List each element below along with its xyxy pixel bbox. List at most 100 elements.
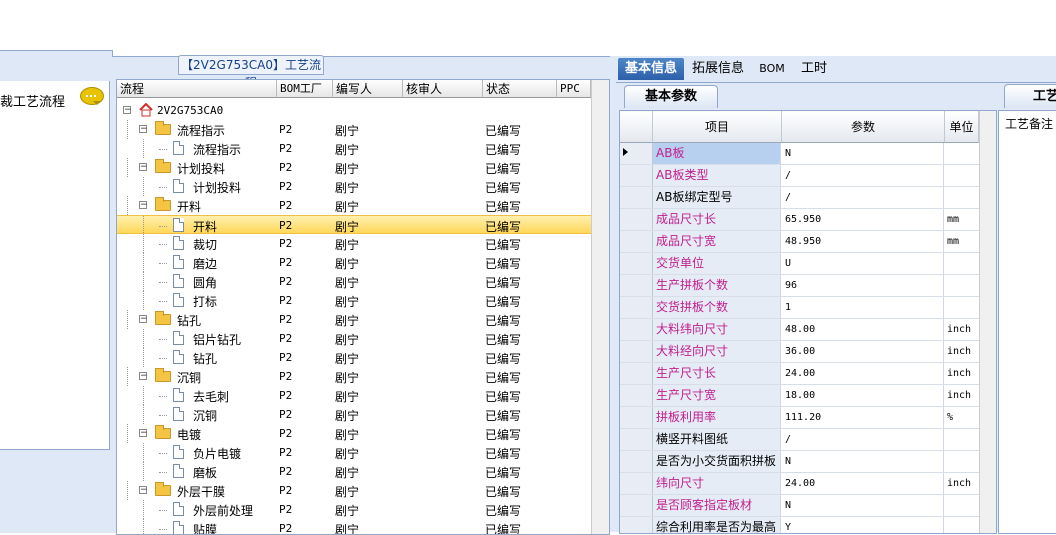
row-selector[interactable]: [620, 429, 653, 450]
tree-col-header[interactable]: 编写人: [333, 80, 403, 98]
param-value[interactable]: N: [782, 143, 944, 164]
tree-step-row[interactable]: 外层前处理 P2 剧宁 已编写: [117, 500, 591, 519]
tree-col-header[interactable]: 核审人: [403, 80, 483, 98]
param-value[interactable]: N: [782, 451, 944, 472]
param-value[interactable]: 48.00: [782, 319, 944, 340]
collapse-icon[interactable]: −: [139, 486, 148, 495]
tree-folder-row[interactable]: − 沉铜 P2 剧宁 已编写: [117, 367, 591, 386]
tree-step-row[interactable]: 磨边 P2 剧宁 已编写: [117, 253, 591, 272]
row-selector[interactable]: [620, 209, 653, 230]
row-selector[interactable]: [620, 495, 653, 516]
tree-step-row[interactable]: 沉铜 P2 剧宁 已编写: [117, 405, 591, 424]
row-selector[interactable]: [620, 297, 653, 318]
param-row[interactable]: 交货拼板个数 1: [620, 297, 996, 319]
tree-step-row[interactable]: 打标 P2 剧宁 已编写: [117, 291, 591, 310]
tree-step-row[interactable]: 贴膜 P2 剧宁 已编写: [117, 519, 591, 534]
tree-step-row[interactable]: 磨板 P2 剧宁 已编写: [117, 462, 591, 481]
param-value[interactable]: U: [782, 253, 944, 274]
param-row[interactable]: 交货单位 U: [620, 253, 996, 275]
param-value[interactable]: 18.00: [782, 385, 944, 406]
tree-col-header[interactable]: 流程: [117, 80, 277, 98]
row-selector[interactable]: [620, 473, 653, 494]
row-selector[interactable]: [620, 253, 653, 274]
tab-basic-info[interactable]: 基本信息: [618, 58, 684, 80]
tab-craft[interactable]: 工艺: [1004, 84, 1056, 108]
collapse-icon[interactable]: −: [139, 315, 148, 324]
collapse-icon[interactable]: −: [123, 106, 132, 115]
left-item-craft-flow[interactable]: 裁工艺流程: [0, 87, 108, 110]
tree-col-header[interactable]: 状态: [483, 80, 557, 98]
param-row[interactable]: 拼板利用率 111.20%: [620, 407, 996, 429]
tree-folder-row[interactable]: − 钻孔 P2 剧宁 已编写: [117, 310, 591, 329]
param-row[interactable]: 横竖开料图纸 /: [620, 429, 996, 451]
param-row[interactable]: 成品尺寸长 65.950 mm: [620, 209, 996, 231]
col-header-unit[interactable]: 单位: [945, 111, 979, 143]
param-value[interactable]: 111.20: [782, 407, 944, 428]
param-value[interactable]: /: [782, 165, 944, 186]
param-row[interactable]: AB板 N: [620, 143, 996, 165]
row-selector[interactable]: [620, 341, 653, 362]
tree-folder-row[interactable]: − 外层干膜 P2 剧宁 已编写: [117, 481, 591, 500]
tree-step-row[interactable]: 负片电镀 P2 剧宁 已编写: [117, 443, 591, 462]
collapse-icon[interactable]: −: [139, 429, 148, 438]
param-value[interactable]: 96: [782, 275, 944, 296]
row-selector[interactable]: [620, 187, 653, 208]
param-value[interactable]: /: [782, 429, 944, 450]
param-row[interactable]: AB板类型 /: [620, 165, 996, 187]
tree-step-row[interactable]: 钻孔 P2 剧宁 已编写: [117, 348, 591, 367]
row-selector[interactable]: [620, 319, 653, 340]
param-value[interactable]: 1: [782, 297, 944, 318]
param-value[interactable]: 48.950: [782, 231, 944, 252]
row-selector[interactable]: [620, 275, 653, 296]
param-value[interactable]: 65.950: [782, 209, 944, 230]
param-row[interactable]: 生产尺寸长 24.00 inch: [620, 363, 996, 385]
tree-folder-row[interactable]: − 计划投料 P2 剧宁 已编写: [117, 158, 591, 177]
param-row[interactable]: 生产尺寸宽 18.00 inch: [620, 385, 996, 407]
tree-step-row[interactable]: 圆角 P2 剧宁 已编写: [117, 272, 591, 291]
collapse-icon[interactable]: −: [139, 372, 148, 381]
tree-step-row[interactable]: 去毛刺 P2 剧宁 已编写: [117, 386, 591, 405]
params-scrollbar[interactable]: [979, 111, 996, 533]
tree-step-row[interactable]: 铝片钻孔 P2 剧宁 已编写: [117, 329, 591, 348]
param-row[interactable]: 生产拼板个数 96: [620, 275, 996, 297]
tree-step-row[interactable]: 流程指示 P2 剧宁 已编写: [117, 139, 591, 158]
row-selector[interactable]: [620, 165, 653, 186]
row-selector[interactable]: [620, 363, 653, 384]
row-selector[interactable]: [620, 451, 653, 472]
param-value[interactable]: Y: [782, 517, 944, 533]
param-row[interactable]: 综合利用率是否为最高 Y: [620, 517, 996, 533]
tree-folder-row[interactable]: − 电镀 P2 剧宁 已编写: [117, 424, 591, 443]
param-row[interactable]: 是否为小交货面积拼板 N: [620, 451, 996, 473]
row-selector[interactable]: [620, 231, 653, 252]
row-selector[interactable]: [620, 385, 653, 406]
tree-root-row[interactable]: − 2V2G753CA0: [117, 101, 591, 120]
param-value[interactable]: 36.00: [782, 341, 944, 362]
param-row[interactable]: 大料纬向尺寸 48.00 inch: [620, 319, 996, 341]
tab-bom[interactable]: BOM: [754, 58, 790, 80]
tree-folder-row[interactable]: − 流程指示 P2 剧宁 已编写: [117, 120, 591, 139]
row-selector[interactable]: [620, 143, 653, 164]
param-value[interactable]: /: [782, 187, 944, 208]
tree-folder-row[interactable]: − 开料 P2 剧宁 已编写: [117, 196, 591, 215]
param-row[interactable]: 纬向尺寸 24.00 inch: [620, 473, 996, 495]
tab-extended-info[interactable]: 拓展信息: [686, 58, 750, 80]
collapse-icon[interactable]: −: [139, 163, 148, 172]
param-row[interactable]: 大料经向尺寸 36.00 inch: [620, 341, 996, 363]
param-row[interactable]: 是否顾客指定板材 N: [620, 495, 996, 517]
row-selector[interactable]: [620, 517, 653, 533]
collapse-icon[interactable]: −: [139, 201, 148, 210]
tree-scrollbar[interactable]: [591, 80, 609, 534]
param-value[interactable]: N: [782, 495, 944, 516]
tab-man-hours[interactable]: 工时: [796, 58, 832, 80]
param-row[interactable]: AB板绑定型号 /: [620, 187, 996, 209]
tree-col-header[interactable]: PPC: [557, 80, 591, 98]
param-value[interactable]: 24.00: [782, 363, 944, 384]
param-row[interactable]: 成品尺寸宽 48.950 mm: [620, 231, 996, 253]
param-value[interactable]: 24.00: [782, 473, 944, 494]
row-selector[interactable]: [620, 407, 653, 428]
tree-col-header[interactable]: BOM工厂: [277, 80, 333, 98]
col-header-item[interactable]: 项目: [653, 111, 782, 143]
tree-step-row[interactable]: 开料 P2 剧宁 已编写: [117, 215, 591, 235]
tree-step-row[interactable]: 裁切 P2 剧宁 已编写: [117, 234, 591, 253]
subtab-basic-params[interactable]: 基本参数: [624, 85, 718, 108]
